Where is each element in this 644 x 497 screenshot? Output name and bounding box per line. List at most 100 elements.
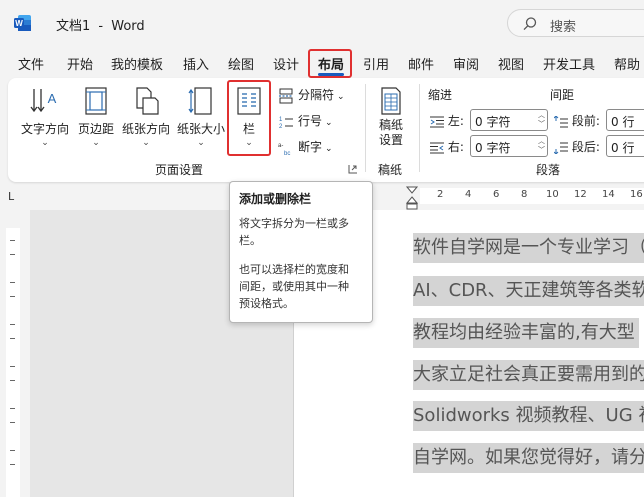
vertical-ruler[interactable] xyxy=(6,228,20,497)
search-icon xyxy=(523,17,537,31)
tab-my-templates[interactable]: 我的模板 xyxy=(111,54,163,73)
tooltip-text-2: 栏。 xyxy=(239,234,261,247)
spacing-after-field[interactable]: 0 行 xyxy=(606,135,644,157)
ruler-tick xyxy=(10,324,15,325)
spacing-before-field[interactable]: 0 行 xyxy=(606,109,644,131)
spacing-after-icon xyxy=(553,142,568,155)
line-numbers-button[interactable]: 1 2 行号 ⌄ xyxy=(278,112,333,130)
ruler-tick xyxy=(10,282,15,283)
orientation-button[interactable]: 纸张方向 ⌄ xyxy=(120,86,172,148)
tooltip-text-1: 将文字拆分为一栏或多 xyxy=(239,217,349,230)
columns-tooltip: 添加或删除栏 将文字拆分为一栏或多 栏。 也可以选择栏的宽度和 间距，或使用其中… xyxy=(229,181,373,323)
group-separator xyxy=(419,84,420,172)
tab-home[interactable]: 开始 xyxy=(67,54,93,73)
indent-left-field[interactable]: 0 字符 ︿ ﹀ xyxy=(470,109,548,131)
svg-text:a-: a- xyxy=(278,143,283,149)
document-line[interactable]: Solidworks 视频教程、UG 视 xyxy=(413,401,644,431)
document-line[interactable]: 软件自学网是一个专业学习（ xyxy=(413,233,644,263)
svg-text:bc: bc xyxy=(284,151,290,156)
margins-button[interactable]: 页边距 ⌄ xyxy=(76,86,116,148)
indent-right-icon xyxy=(430,142,444,153)
ruler-tick xyxy=(10,450,15,451)
ruler-tick xyxy=(10,380,15,381)
search-input[interactable]: 搜索 xyxy=(507,9,644,37)
spinner-arrows-icon[interactable]: ︿ ﹀ xyxy=(538,111,545,129)
margins-label: 页边距 xyxy=(77,122,114,136)
spacing-before-label: 段前: xyxy=(553,112,600,129)
margins-icon xyxy=(85,87,107,115)
breaks-button[interactable]: 分隔符 ⌄ xyxy=(278,86,345,104)
word-logo-icon: W xyxy=(14,15,31,31)
indent-left-icon xyxy=(430,116,444,127)
ruler-tick xyxy=(10,338,15,339)
tab-file[interactable]: 文件 xyxy=(18,54,44,73)
highlight-box-layout-tab xyxy=(308,49,352,78)
indent-right-label: 右: xyxy=(430,138,464,155)
text-direction-icon: A xyxy=(30,89,57,113)
ruler-number: 10 xyxy=(546,189,559,200)
manuscript-label-1: 稿纸 xyxy=(378,118,403,132)
title-bar: W 文档1 - Word 搜索 xyxy=(0,0,644,46)
ruler-tick xyxy=(10,408,15,409)
tab-review[interactable]: 审阅 xyxy=(453,54,479,73)
dialog-launcher-icon[interactable] xyxy=(348,164,358,174)
indent-left-label: 左: xyxy=(430,112,464,129)
size-label: 纸张大小 xyxy=(176,122,225,136)
ruler-tick xyxy=(10,366,15,367)
svg-text:A: A xyxy=(48,91,57,106)
svg-text:2: 2 xyxy=(279,124,283,130)
manuscript-label-2: 设置 xyxy=(378,133,403,147)
tab-developer[interactable]: 开发工具 xyxy=(543,54,595,73)
breaks-icon xyxy=(279,88,293,103)
manuscript-icon xyxy=(381,87,401,115)
ruler-number: 8 xyxy=(521,189,528,200)
tab-insert[interactable]: 插入 xyxy=(183,54,209,73)
ruler-tick xyxy=(10,422,15,423)
manuscript-settings-button[interactable]: 稿纸 设置 xyxy=(372,86,410,148)
hyphenation-button[interactable]: a- bc 断字 ⌄ xyxy=(278,138,333,157)
group-separator xyxy=(365,84,366,172)
ruler-number: 2 xyxy=(437,189,444,200)
tab-stop-selector-icon[interactable]: L xyxy=(8,190,14,203)
indent-marker-icon[interactable] xyxy=(406,186,418,210)
tab-help[interactable]: 帮助 xyxy=(614,54,640,73)
document-title: 文档1 - Word xyxy=(56,19,145,34)
ruler-number: 4 xyxy=(465,189,472,200)
tooltip-text-5: 预设格式。 xyxy=(239,297,294,310)
tab-design[interactable]: 设计 xyxy=(273,54,299,73)
spinner-arrows-icon[interactable]: ︿ ﹀ xyxy=(538,137,545,155)
spacing-after-label: 段后: xyxy=(553,138,600,155)
ruler-number: 12 xyxy=(574,189,587,200)
spacing-header: 间距 xyxy=(550,88,575,102)
paragraph-group-label: 段落 xyxy=(536,163,561,177)
search-placeholder: 搜索 xyxy=(550,20,577,35)
document-line[interactable]: 自学网。如果您觉得好，请分 xyxy=(413,443,644,473)
indent-right-field[interactable]: 0 字符 ︿ ﹀ xyxy=(470,135,548,157)
svg-text:W: W xyxy=(15,19,23,28)
ruler-number: 16 xyxy=(630,189,643,200)
ruler-number: 14 xyxy=(602,189,615,200)
document-line[interactable]: 大家立足社会真正要需用到的 xyxy=(413,360,644,390)
orientation-label: 纸张方向 xyxy=(121,122,170,136)
hyphenation-icon: a- bc xyxy=(278,143,290,157)
page-setup-group-label: 页面设置 xyxy=(155,163,204,177)
ruler-tick xyxy=(10,464,15,465)
text-direction-button[interactable]: A 文字方向 ⌄ xyxy=(16,86,74,148)
spacing-before-icon xyxy=(553,114,568,127)
size-button[interactable]: 纸张大小 ⌄ xyxy=(175,86,227,148)
tab-view[interactable]: 视图 xyxy=(498,54,524,73)
paper-size-icon xyxy=(188,87,212,115)
tab-references[interactable]: 引用 xyxy=(363,54,389,73)
manuscript-group-label: 稿纸 xyxy=(378,163,403,177)
tooltip-title: 添加或删除栏 xyxy=(239,192,312,206)
tab-mailings[interactable]: 邮件 xyxy=(408,54,434,73)
ruler-tick xyxy=(10,296,15,297)
chevron-down-icon: ⌄ xyxy=(142,138,150,148)
orientation-icon xyxy=(136,87,159,115)
document-line[interactable]: 教程均由经验丰富的,有大型 xyxy=(413,318,639,348)
chevron-down-icon: ⌄ xyxy=(197,138,205,148)
tab-draw[interactable]: 绘图 xyxy=(228,54,254,73)
text-direction-label: 文字方向 xyxy=(20,122,69,136)
document-line[interactable]: AI、CDR、天正建筑等各类软 xyxy=(413,276,644,306)
chevron-down-icon: ⌄ xyxy=(92,138,100,148)
